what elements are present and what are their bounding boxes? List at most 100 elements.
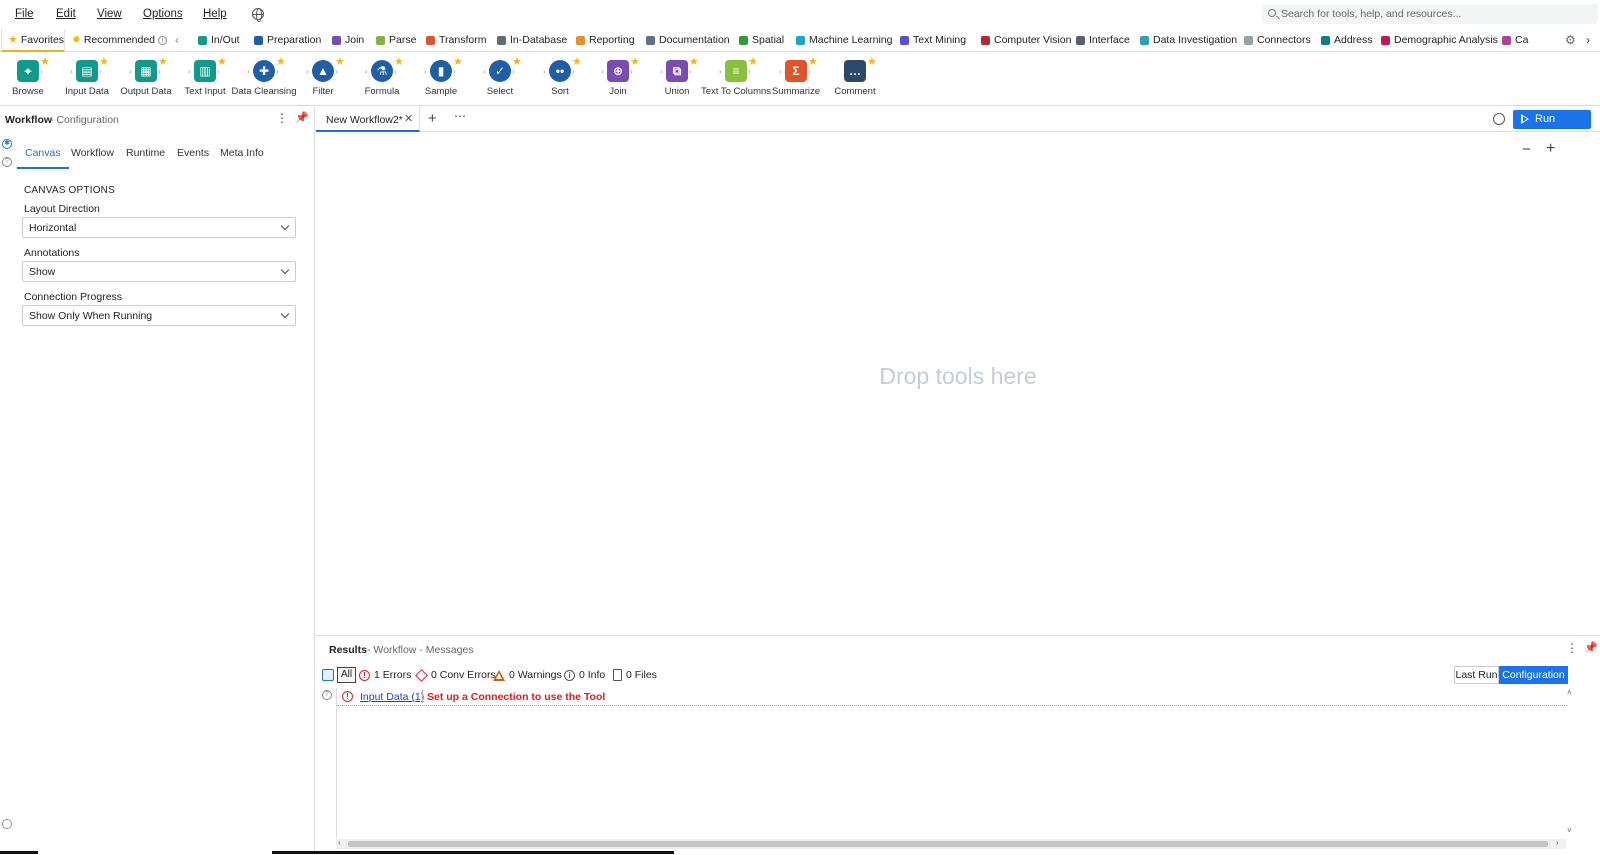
filter-warnings[interactable]: 0 Warnings [493, 669, 562, 681]
pin-icon[interactable]: 📌 [295, 111, 309, 124]
category-tab-in-database[interactable]: In-Database [497, 34, 567, 46]
scroll-right-icon[interactable]: › [1586, 33, 1590, 47]
history-icon[interactable] [1493, 113, 1505, 125]
gear-icon[interactable]: ✱ [2, 139, 12, 149]
gear-icon[interactable]: ⚙ [1565, 33, 1576, 47]
filter-conv-errors[interactable]: 0 Conv Errors [415, 668, 496, 682]
chevron-right-icon[interactable]: › [1556, 838, 1559, 847]
category-tab-interface[interactable]: Interface [1076, 34, 1130, 46]
favorite-star-icon[interactable]: ★ [867, 55, 877, 68]
configuration-panel: Workflow - Configuration ⋮ 📌 ✱ ? Canvas … [0, 107, 315, 854]
search-bar[interactable]: Search for tools, help, and resources... [1262, 4, 1598, 24]
configuration-button[interactable]: Configuration [1499, 666, 1568, 684]
chevron-up-icon[interactable]: ˄ [1567, 688, 1572, 697]
category-tab-data-investigation[interactable]: Data Investigation [1140, 34, 1237, 46]
category-tab-transform[interactable]: Transform [426, 34, 486, 46]
category-icon [646, 35, 655, 45]
more-tabs-icon[interactable]: ⋯ [454, 109, 466, 123]
favorite-star-icon[interactable]: ★ [748, 55, 758, 68]
add-tab-button[interactable]: + [428, 110, 437, 127]
category-tab-parse[interactable]: Parse [376, 34, 416, 46]
tab-recommended[interactable]: ✹ Recommended i [72, 34, 168, 46]
tool-select[interactable]: › ✓ › ★ Select [470, 56, 530, 104]
favorite-star-icon[interactable]: ★ [394, 55, 404, 68]
status-icon[interactable] [2, 819, 12, 829]
message-tool-link[interactable]: Input Data (1) [360, 691, 424, 703]
category-tab-ca[interactable]: Ca [1502, 34, 1528, 46]
more-options-icon[interactable]: ⋮ [1566, 641, 1578, 655]
filter-files[interactable]: 0 Files [613, 669, 657, 681]
connection-progress-select[interactable]: Show Only When Running [22, 305, 296, 326]
globe-icon[interactable] [252, 8, 264, 22]
vertical-scrollbar[interactable]: ˄ ˅ [1566, 688, 1576, 838]
run-button[interactable]: Run [1513, 110, 1591, 129]
menu-edit[interactable]: Edit [56, 8, 76, 20]
more-options-icon[interactable]: ⋮ [276, 111, 288, 125]
chevron-down-icon[interactable]: ˅ [1567, 826, 1572, 835]
favorite-star-icon[interactable]: ★ [808, 55, 818, 68]
category-icon [497, 35, 506, 45]
favorite-star-icon[interactable]: ★ [689, 55, 699, 68]
tool-comment[interactable]: ›…›★Comment [825, 56, 885, 104]
category-tab-join[interactable]: Join [332, 34, 364, 46]
last-run-button[interactable]: Last Run [1454, 666, 1499, 684]
zoom-out-button[interactable]: − [1522, 141, 1531, 158]
filter-all[interactable]: All [337, 667, 356, 683]
category-icon [1140, 35, 1149, 45]
help-icon[interactable]: ? [322, 690, 332, 700]
tab-workflow[interactable]: Workflow [71, 147, 114, 167]
menu-help[interactable]: Help [203, 8, 227, 20]
category-tab-address[interactable]: Address [1321, 34, 1373, 46]
close-icon[interactable]: ✕ [404, 112, 413, 125]
scrollbar-thumb[interactable] [348, 841, 1548, 847]
category-tab-text-mining[interactable]: Text Mining [900, 34, 966, 46]
category-label: Address [1334, 34, 1373, 46]
menu-file[interactable]: File [15, 8, 34, 20]
category-tab-connectors[interactable]: Connectors [1244, 34, 1311, 46]
layout-direction-select[interactable]: Horizontal [22, 217, 296, 238]
tab-favorites[interactable]: ★ Favorites [1, 29, 65, 52]
favorite-star-icon[interactable]: ★ [158, 55, 168, 68]
category-tab-documentation[interactable]: Documentation [646, 34, 730, 46]
favorite-star-icon[interactable]: ★ [99, 55, 109, 68]
category-tab-in-out[interactable]: In/Out [198, 34, 240, 46]
message-row[interactable]: ! Input Data (1) Set up a Connection to … [337, 688, 1567, 706]
filter-info[interactable]: i 0 Info [564, 669, 605, 681]
category-tab-demographic-analysis[interactable]: Demographic Analysis [1381, 34, 1498, 46]
category-tab-reporting[interactable]: Reporting [576, 34, 635, 46]
favorite-star-icon[interactable]: ★ [217, 55, 227, 68]
search-input[interactable]: Search for tools, help, and resources... [1281, 8, 1461, 20]
favorite-star-icon[interactable]: ★ [512, 55, 522, 68]
menu-options[interactable]: Options [143, 8, 183, 20]
chevron-left-icon[interactable]: ‹ [338, 838, 341, 847]
category-tab-computer-vision[interactable]: Computer Vision [981, 34, 1071, 46]
tool-text-to-columns[interactable]: › ≡ › ★ Text To Columns [701, 55, 771, 104]
favorite-star-icon[interactable]: ★ [40, 55, 50, 68]
tab-new-workflow[interactable]: New Workflow2* ✕ [316, 107, 420, 132]
filter-errors[interactable]: ! 1 Errors [359, 669, 411, 681]
annotations-select[interactable]: Show [22, 261, 296, 282]
menu-view[interactable]: View [97, 8, 122, 20]
favorite-star-icon[interactable]: ★ [453, 55, 463, 68]
horizontal-scrollbar[interactable]: ‹ › [336, 838, 1566, 849]
workflow-canvas[interactable]: − + Drop tools here [316, 133, 1600, 635]
tab-runtime[interactable]: Runtime [126, 147, 165, 167]
category-tab-machine-learning[interactable]: Machine Learning [796, 34, 892, 46]
favorite-star-icon[interactable]: ★ [572, 55, 582, 68]
filter-conv-errors-label: 0 Conv Errors [431, 669, 496, 681]
favorite-star-icon[interactable]: ★ [335, 55, 345, 68]
category-tab-spatial[interactable]: Spatial [739, 34, 784, 46]
category-tab-preparation[interactable]: Preparation [254, 34, 321, 46]
pin-icon[interactable]: 📌 [1584, 641, 1598, 654]
scroll-left-icon[interactable]: ‹ [175, 33, 179, 47]
tab-meta-info[interactable]: Meta Info [220, 147, 264, 167]
list-icon[interactable] [322, 669, 334, 681]
output-anchor-icon: › [99, 67, 102, 76]
help-icon[interactable]: ? [2, 157, 12, 167]
favorite-star-icon[interactable]: ★ [630, 55, 640, 68]
tab-events[interactable]: Events [177, 147, 209, 167]
favorite-star-icon[interactable]: ★ [276, 55, 286, 68]
zoom-in-button[interactable]: + [1546, 140, 1555, 158]
tab-canvas[interactable]: Canvas [17, 147, 69, 169]
category-icon [576, 35, 585, 45]
